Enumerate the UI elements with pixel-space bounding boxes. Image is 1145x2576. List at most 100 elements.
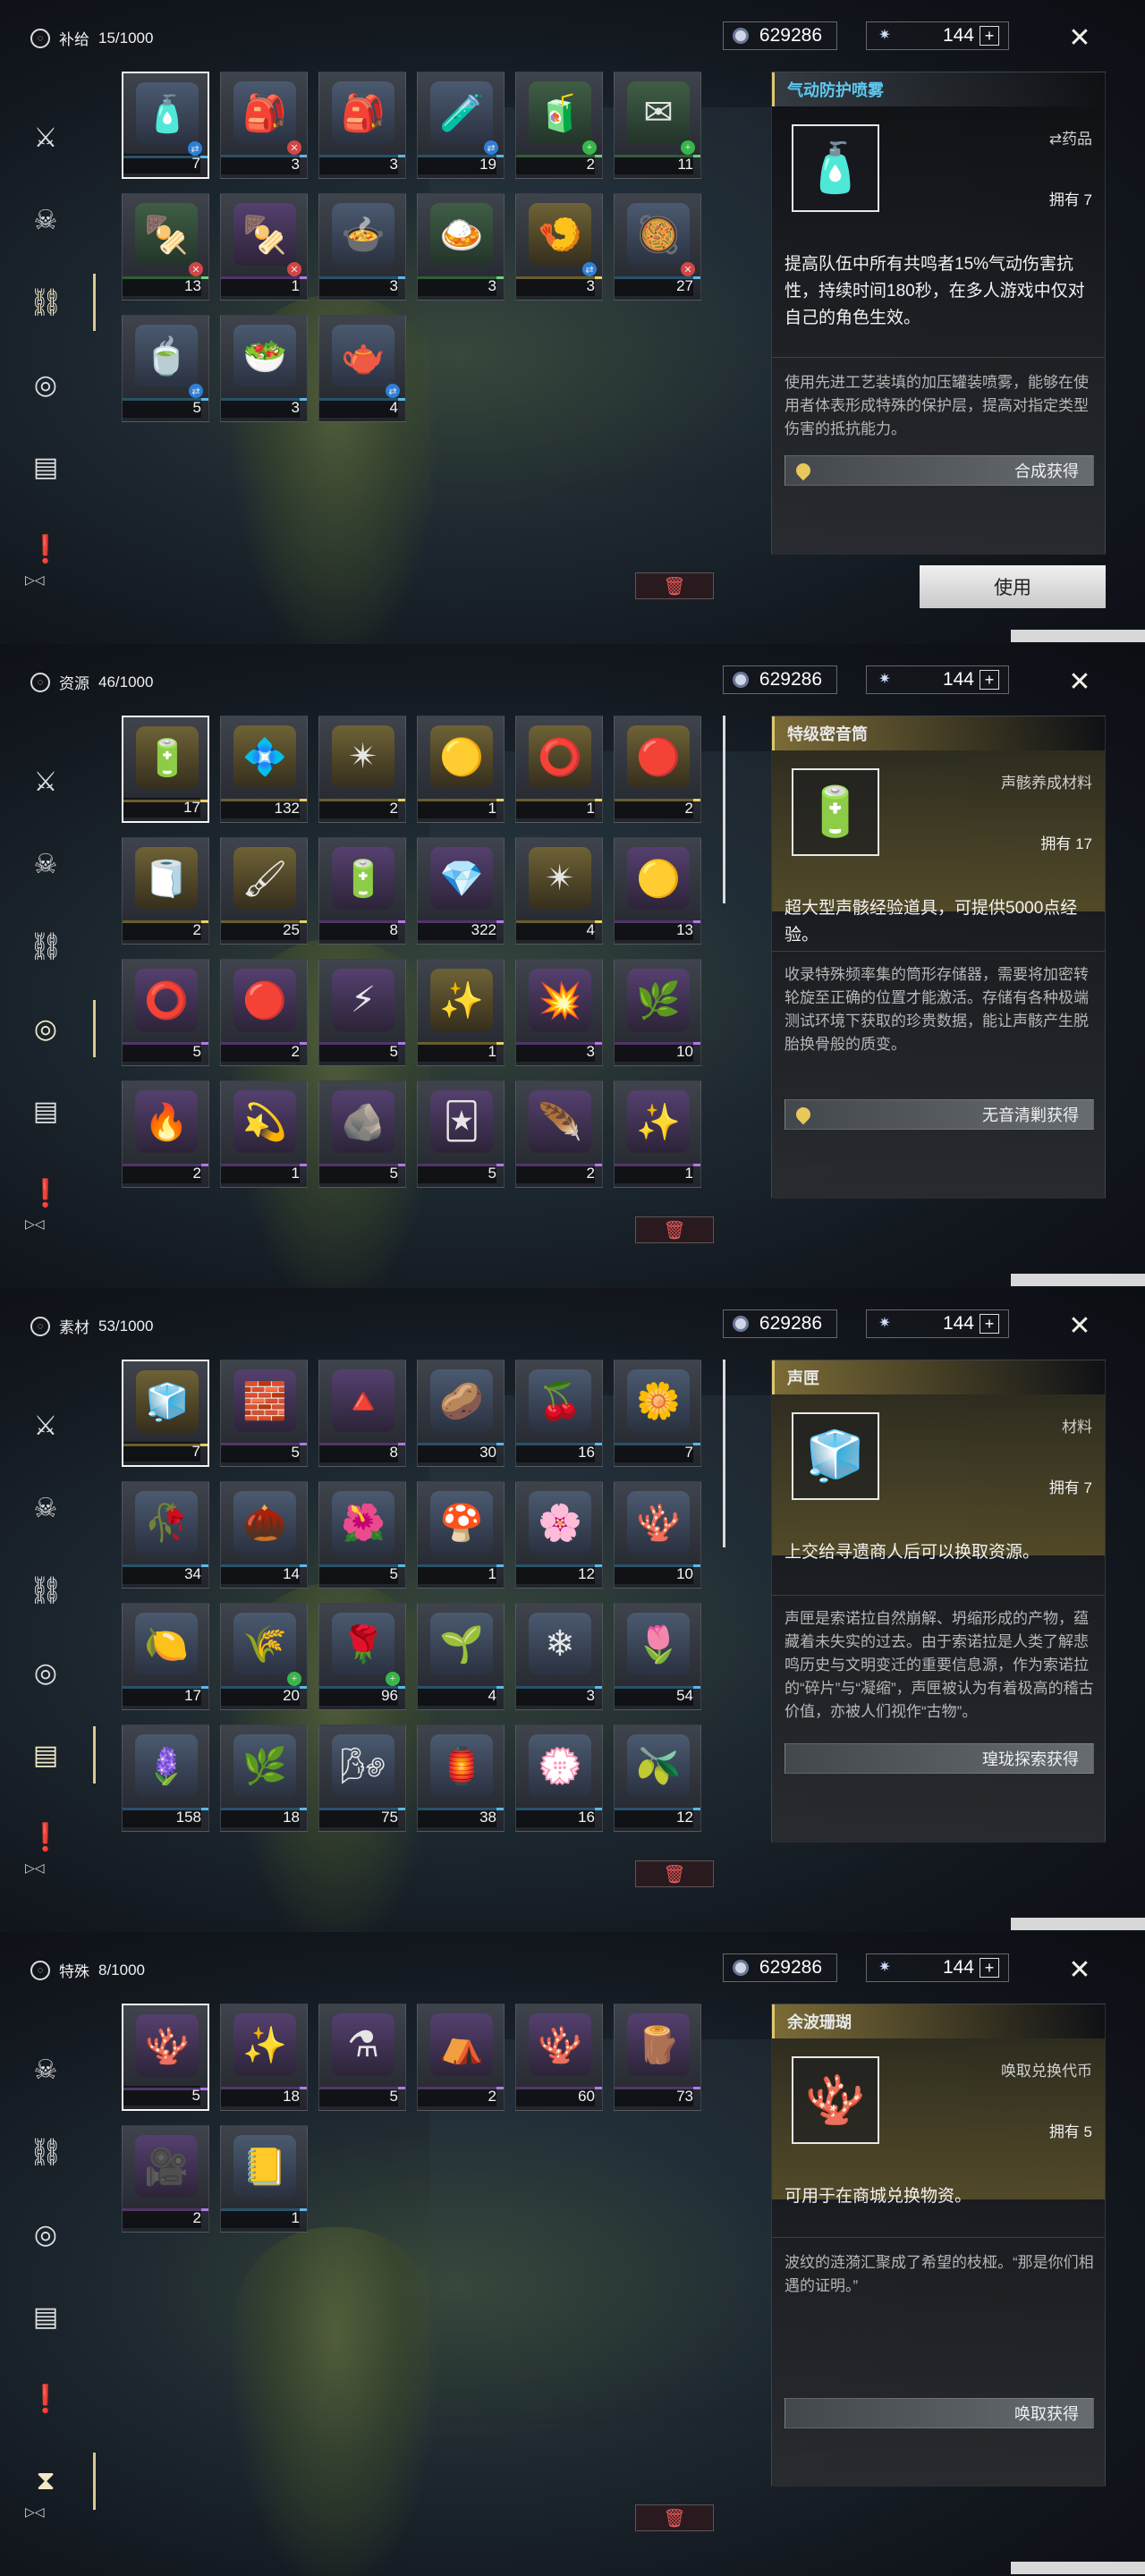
item-slot[interactable]: 🫒 12 bbox=[614, 1724, 701, 1832]
sidebar-tab-sword-icon[interactable]: ⚔ bbox=[16, 741, 75, 823]
add-astrite-button[interactable]: + bbox=[980, 26, 999, 46]
item-slot[interactable]: 💥 3 bbox=[515, 959, 603, 1066]
item-slot[interactable]: 🪸 10 bbox=[614, 1481, 701, 1589]
item-slot[interactable]: 🔋 17 bbox=[122, 716, 209, 823]
item-slot[interactable]: 🌱 4 bbox=[417, 1603, 505, 1710]
item-slot[interactable]: 🔺 8 bbox=[318, 1360, 406, 1467]
item-slot[interactable]: ⭕ 5 bbox=[122, 959, 209, 1066]
discard-button[interactable]: 🗑 bbox=[635, 2504, 714, 2531]
obtain-source-button[interactable]: 无音清剿获得 bbox=[785, 1099, 1094, 1130]
sidebar-tab-echo-icon[interactable]: ◎ bbox=[16, 987, 96, 1070]
close-icon[interactable]: ✕ bbox=[1064, 23, 1095, 54]
item-slot[interactable]: 🧻 2 bbox=[122, 837, 209, 945]
grid-scrollbar[interactable] bbox=[723, 716, 725, 903]
sidebar-tab-skull-icon[interactable]: ☠ bbox=[16, 2029, 75, 2111]
sidebar-tab-sword-icon[interactable]: ⚔ bbox=[16, 97, 75, 179]
item-slot[interactable]: 🌺 5 bbox=[318, 1481, 406, 1589]
sidebar-tab-material-icon[interactable]: ▤ bbox=[16, 426, 75, 508]
sidebar-tab-chain-icon[interactable]: ⛓ bbox=[16, 2111, 75, 2193]
item-slot[interactable]: 🎒 3 bbox=[318, 72, 406, 179]
item-slot[interactable]: 📒 1 bbox=[220, 2125, 308, 2233]
item-slot[interactable]: 🌼 7 bbox=[614, 1360, 701, 1467]
item-slot[interactable]: ✨ 18 bbox=[220, 2004, 308, 2111]
item-slot[interactable]: 🧪 19 ⇄ bbox=[417, 72, 505, 179]
item-slot[interactable]: 🥘 27 ✕ bbox=[614, 193, 701, 301]
item-slot[interactable]: 🏮 38 bbox=[417, 1724, 505, 1832]
item-slot[interactable]: 🪵 73 bbox=[614, 2004, 701, 2111]
item-slot[interactable]: 🍛 3 bbox=[417, 193, 505, 301]
item-slot[interactable]: 🔥 2 bbox=[122, 1080, 209, 1188]
item-slot[interactable]: 🍄 1 bbox=[417, 1481, 505, 1589]
item-slot[interactable]: 🟡 13 bbox=[614, 837, 701, 945]
item-slot[interactable]: ✴ 4 bbox=[515, 837, 603, 945]
sidebar-tab-chain-icon[interactable]: ⛓ bbox=[16, 905, 75, 987]
sidebar-tab-material-icon[interactable]: ▤ bbox=[16, 1714, 96, 1796]
discard-button[interactable]: 🗑 bbox=[635, 1216, 714, 1243]
sidebar-tab-sword-icon[interactable]: ⚔ bbox=[16, 1385, 75, 1467]
item-slot[interactable]: ⚡ 5 bbox=[318, 959, 406, 1066]
sidebar-tab-echo-icon[interactable]: ◎ bbox=[16, 343, 75, 426]
item-slot[interactable]: 🥀 34 bbox=[122, 1481, 209, 1589]
item-slot[interactable]: 🥗 3 bbox=[220, 315, 308, 422]
item-slot[interactable]: 🎥 2 bbox=[122, 2125, 209, 2233]
item-slot[interactable]: 🍢 1 ✕ bbox=[220, 193, 308, 301]
item-slot[interactable]: 🥔 30 bbox=[417, 1360, 505, 1467]
obtain-source-button[interactable]: 合成获得 bbox=[785, 455, 1094, 486]
item-slot[interactable]: 🪶 2 bbox=[515, 1080, 603, 1188]
item-slot[interactable]: 🪸 5 bbox=[122, 2004, 209, 2111]
sidebar-tab-echo-icon[interactable]: ◎ bbox=[16, 2193, 75, 2275]
discard-button[interactable]: 🗑 bbox=[635, 1860, 714, 1887]
item-slot[interactable]: 🍋 17 bbox=[122, 1603, 209, 1710]
sidebar-tab-skull-icon[interactable]: ☠ bbox=[16, 1467, 75, 1549]
item-slot[interactable]: 🃏 5 bbox=[417, 1080, 505, 1188]
item-slot[interactable]: ⭕ 1 bbox=[515, 716, 603, 823]
item-slot[interactable]: ✉ 11 + bbox=[614, 72, 701, 179]
add-astrite-button[interactable]: + bbox=[980, 1958, 999, 1978]
add-astrite-button[interactable]: + bbox=[980, 1314, 999, 1334]
sort-toggle[interactable]: ▷◁ bbox=[25, 572, 45, 588]
item-slot[interactable]: 🔴 2 bbox=[614, 716, 701, 823]
sidebar-tab-chain-icon[interactable]: ⛓ bbox=[16, 1549, 75, 1631]
obtain-source-button[interactable]: 瑝珑探索获得 bbox=[785, 1743, 1094, 1774]
item-slot[interactable]: 🍵 5 ⇄ bbox=[122, 315, 209, 422]
sidebar-tab-skull-icon[interactable]: ☠ bbox=[16, 823, 75, 905]
item-slot[interactable]: 🌾 20 + bbox=[220, 1603, 308, 1710]
item-slot[interactable]: 🖌 25 bbox=[220, 837, 308, 945]
item-slot[interactable]: ❄ 3 bbox=[515, 1603, 603, 1710]
obtain-source-button[interactable]: 唤取获得 bbox=[785, 2398, 1094, 2428]
item-slot[interactable]: 🔴 2 bbox=[220, 959, 308, 1066]
item-slot[interactable]: 🍲 3 bbox=[318, 193, 406, 301]
item-slot[interactable]: 💎 322 bbox=[417, 837, 505, 945]
item-slot[interactable]: 🌷 54 bbox=[614, 1603, 701, 1710]
item-slot[interactable]: 🫖 4 ⇄ bbox=[318, 315, 406, 422]
item-slot[interactable]: 🌬 75 bbox=[318, 1724, 406, 1832]
discard-button[interactable]: 🗑 bbox=[635, 572, 714, 599]
item-slot[interactable]: 🪸 60 bbox=[515, 2004, 603, 2111]
item-slot[interactable]: ✨ 1 bbox=[417, 959, 505, 1066]
item-slot[interactable]: 🧱 5 bbox=[220, 1360, 308, 1467]
item-slot[interactable]: 🍢 13 ✕ bbox=[122, 193, 209, 301]
close-icon[interactable]: ✕ bbox=[1064, 1955, 1095, 1986]
add-astrite-button[interactable]: + bbox=[980, 670, 999, 690]
item-slot[interactable]: 🍤 3 ⇄ bbox=[515, 193, 603, 301]
item-slot[interactable]: ✨ 1 bbox=[614, 1080, 701, 1188]
item-slot[interactable]: 🧴 7 ⇄ bbox=[122, 72, 209, 179]
item-slot[interactable]: 🎒 3 ✕ bbox=[220, 72, 308, 179]
item-slot[interactable]: 🍒 16 bbox=[515, 1360, 603, 1467]
item-slot[interactable]: 🪻 158 bbox=[122, 1724, 209, 1832]
item-slot[interactable]: 💮 16 bbox=[515, 1724, 603, 1832]
sidebar-tab-skull-icon[interactable]: ☠ bbox=[16, 179, 75, 261]
sidebar-tab-echo-icon[interactable]: ◎ bbox=[16, 1631, 75, 1714]
sort-toggle[interactable]: ▷◁ bbox=[25, 1216, 45, 1232]
close-icon[interactable]: ✕ bbox=[1064, 1311, 1095, 1342]
item-slot[interactable]: 🌸 12 bbox=[515, 1481, 603, 1589]
sidebar-tab-material-icon[interactable]: ▤ bbox=[16, 2275, 75, 2358]
sidebar-tab-chain-icon[interactable]: ⛓ bbox=[16, 261, 96, 343]
item-slot[interactable]: 🧃 2 + bbox=[515, 72, 603, 179]
item-slot[interactable]: 🧊 7 bbox=[122, 1360, 209, 1467]
use-button[interactable]: 使用 bbox=[920, 565, 1106, 608]
item-slot[interactable]: ✴ 2 bbox=[318, 716, 406, 823]
item-slot[interactable]: 💫 1 bbox=[220, 1080, 308, 1188]
item-slot[interactable]: ⚗ 5 bbox=[318, 2004, 406, 2111]
item-slot[interactable]: 🌿 10 bbox=[614, 959, 701, 1066]
